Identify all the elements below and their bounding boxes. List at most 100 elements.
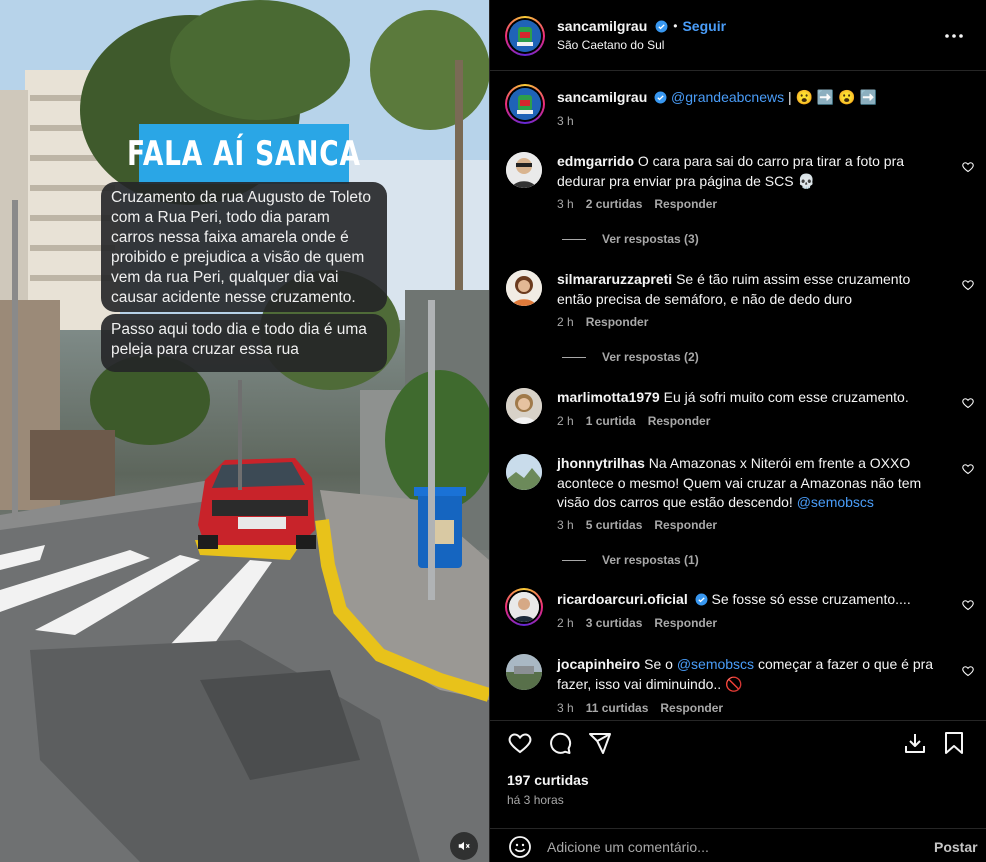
comment-text: jocapinheiro Se o @semobscs começar a fa… — [557, 655, 949, 694]
comment-time[interactable]: 3 h — [557, 518, 574, 532]
reply-button[interactable]: Responder — [648, 414, 711, 428]
reply-button[interactable]: Responder — [660, 701, 723, 715]
emoji-icon — [509, 836, 531, 858]
view-replies-button[interactable]: Ver respostas (3) — [562, 232, 699, 246]
message-bubble-1: Cruzamento da rua Augusto de Toleto com … — [101, 182, 387, 312]
comment-text: ricardoarcuri.oficial Se fosse só esse c… — [557, 590, 949, 610]
heart-icon[interactable] — [962, 599, 974, 611]
header-separator: • — [673, 19, 678, 33]
view-replies-label: Ver respostas (3) — [602, 232, 699, 246]
more-options-icon — [945, 34, 963, 38]
comment-likes[interactable]: 5 curtidas — [586, 518, 643, 532]
message-bubble-2: Passo aqui todo dia e todo dia é uma pel… — [101, 314, 387, 372]
comment-time[interactable]: 3 h — [557, 197, 574, 211]
caption-mention[interactable]: @grandeabcnews — [671, 89, 784, 105]
comment-username[interactable]: silmararuzzapreti — [557, 271, 672, 287]
red-car — [198, 458, 316, 549]
comment-mention[interactable]: @semobscs — [797, 494, 874, 510]
comment-username[interactable]: marlimotta1979 — [557, 389, 660, 405]
caption-meta: 3 h — [557, 114, 574, 128]
reply-button[interactable]: Responder — [654, 197, 717, 211]
sancamilgrau-logo-icon — [509, 88, 541, 120]
verified-badge-icon — [654, 91, 667, 104]
heart-icon[interactable] — [962, 665, 974, 677]
fala-ai-sanca-banner: FALA AÍ SANCA — [127, 124, 360, 184]
comment-likes[interactable]: 2 curtidas — [586, 197, 643, 211]
comment-time[interactable]: 3 h — [557, 701, 574, 715]
comment-body-before: Se o — [644, 656, 673, 672]
heart-icon — [508, 733, 532, 754]
comment-meta: 2 h Responder — [557, 315, 648, 329]
comment-meta: 3 h 5 curtidas Responder — [557, 518, 717, 532]
bookmark-icon — [945, 732, 963, 754]
comment-likes[interactable]: 3 curtidas — [586, 616, 643, 630]
comment-icon — [550, 732, 572, 754]
heart-icon[interactable] — [962, 397, 974, 409]
comment-text: jhonnytrilhas Na Amazonas x Niterói em f… — [557, 454, 949, 513]
likes-count[interactable]: 197 curtidas — [507, 772, 589, 788]
caption-body: | 😮 ➡️ 😮 ➡️ — [784, 89, 877, 105]
follow-button[interactable]: Seguir — [682, 18, 726, 34]
save-button[interactable] — [941, 730, 967, 756]
caption-username[interactable]: sancamilgrau — [557, 89, 647, 105]
post-actions: 197 curtidas há 3 horas — [490, 720, 986, 828]
comment-time[interactable]: 2 h — [557, 315, 574, 329]
caption-time[interactable]: 3 h — [557, 114, 574, 128]
heart-icon[interactable] — [962, 279, 974, 291]
view-replies-label: Ver respostas (1) — [602, 553, 699, 567]
comment-meta: 2 h 3 curtidas Responder — [557, 616, 717, 630]
author-line: sancamilgrau • Seguir — [557, 18, 726, 34]
comment-username[interactable]: jhonnytrilhas — [557, 455, 645, 471]
like-button[interactable] — [507, 730, 533, 756]
download-button[interactable] — [902, 730, 928, 756]
comment-time[interactable]: 2 h — [557, 414, 574, 428]
comment-username[interactable]: ricardoarcuri.oficial — [557, 591, 688, 607]
view-replies-button[interactable]: Ver respostas (1) — [562, 553, 699, 567]
commenter-avatar[interactable] — [506, 270, 542, 306]
reply-button[interactable]: Responder — [654, 616, 717, 630]
person-avatar-icon — [509, 592, 539, 622]
person-avatar-icon — [506, 388, 542, 424]
commenter-avatar[interactable] — [506, 454, 542, 490]
comment-username[interactable]: jocapinheiro — [557, 656, 640, 672]
comment-time[interactable]: 2 h — [557, 616, 574, 630]
view-replies-button[interactable]: Ver respostas (2) — [562, 350, 699, 364]
commenter-avatar[interactable] — [506, 654, 542, 690]
share-button[interactable] — [587, 730, 613, 756]
comment-button[interactable] — [547, 730, 573, 756]
view-replies-label: Ver respostas (2) — [602, 350, 699, 364]
caption-text: sancamilgrau @grandeabcnews | 😮 ➡️ 😮 ➡️ — [557, 88, 949, 108]
comment-input[interactable] — [547, 836, 907, 858]
commenter-avatar[interactable] — [505, 588, 543, 626]
comment-mention[interactable]: @semobscs — [677, 656, 754, 672]
post-location[interactable]: São Caetano do Sul — [557, 38, 664, 52]
person-avatar-icon — [506, 270, 542, 306]
caption-avatar[interactable] — [505, 84, 545, 124]
person-avatar-icon — [506, 152, 542, 188]
comment-meta: 3 h 11 curtidas Responder — [557, 701, 723, 715]
comment-likes[interactable]: 1 curtida — [586, 414, 636, 428]
verified-badge-icon — [655, 20, 668, 32]
comment-username[interactable]: edmgarrido — [557, 153, 634, 169]
reply-button[interactable]: Responder — [586, 315, 649, 329]
mute-button[interactable] — [450, 832, 478, 860]
heart-icon[interactable] — [962, 463, 974, 475]
comment-meta: 3 h 2 curtidas Responder — [557, 197, 717, 211]
post-timestamp[interactable]: há 3 horas — [507, 793, 564, 807]
author-username[interactable]: sancamilgrau — [557, 18, 647, 34]
comment-text: marlimotta1979 Eu já sofri muito com ess… — [557, 388, 949, 408]
comment-text: silmararuzzapreti Se é tão ruim assim es… — [557, 270, 949, 309]
post-comment-button[interactable]: Postar — [934, 839, 978, 855]
author-avatar[interactable] — [505, 16, 545, 56]
post-media[interactable]: FALA AÍ SANCA Cruzamento da rua Augusto … — [0, 0, 489, 862]
comment-likes[interactable]: 11 curtidas — [586, 701, 649, 715]
commenter-avatar[interactable] — [506, 152, 542, 188]
download-icon — [905, 734, 925, 753]
commenter-avatar[interactable] — [506, 388, 542, 424]
share-icon — [589, 733, 611, 754]
more-options-button[interactable] — [942, 24, 966, 48]
emoji-button[interactable] — [507, 834, 533, 860]
heart-icon[interactable] — [962, 161, 974, 173]
reply-button[interactable]: Responder — [654, 518, 717, 532]
comments-list[interactable]: sancamilgrau @grandeabcnews | 😮 ➡️ 😮 ➡️ … — [490, 72, 986, 720]
